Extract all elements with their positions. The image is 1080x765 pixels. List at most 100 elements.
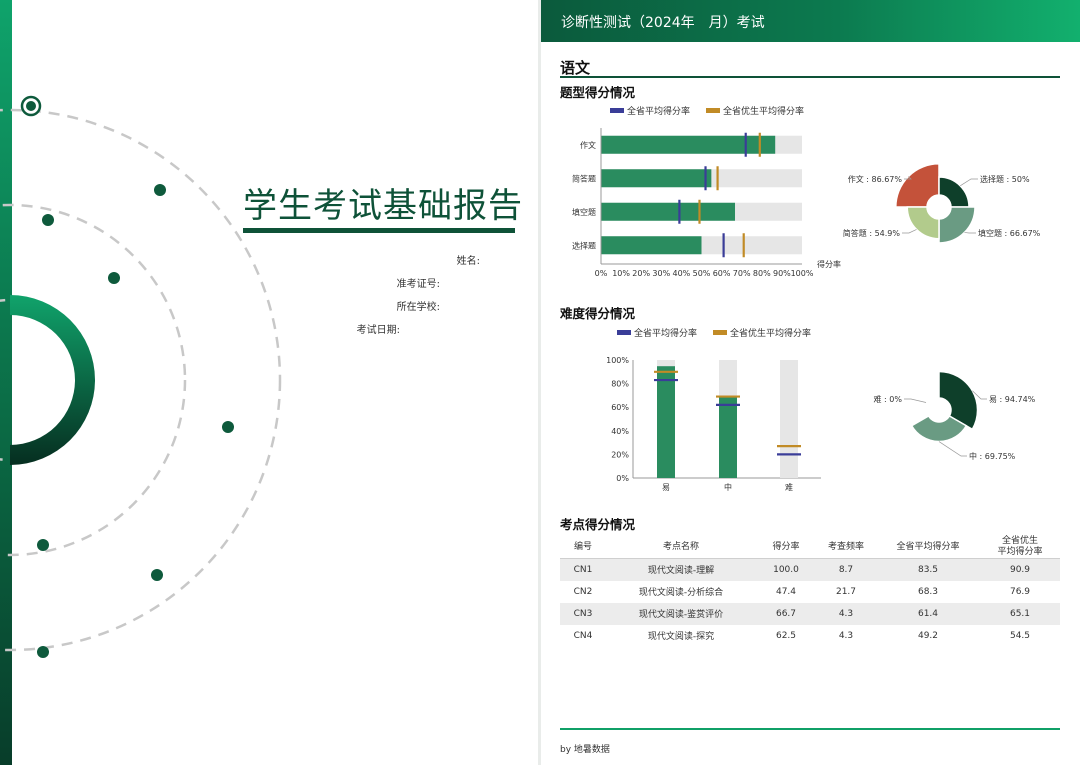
table-cell: 90.9 (980, 558, 1060, 581)
table-cell: 65.1 (980, 602, 1060, 625)
cover-page: 学生考试基础报告 姓名: 准考证号: 所在学校: 考试日期: (0, 0, 538, 765)
field-label-ticket: 准考证号: (396, 279, 440, 290)
legend-swatch-excellent (713, 330, 727, 335)
x-tick-label: 90% (773, 269, 791, 278)
x-tick-label: 40% (673, 269, 691, 278)
bar-score (601, 135, 776, 154)
category-label: 作文 (580, 140, 596, 150)
category-label: 填空题 (572, 207, 596, 217)
table-cell: CN2 (573, 586, 593, 597)
orbit-dot (37, 646, 49, 658)
footer-credit: by 地暑数据 (560, 745, 610, 755)
table-cell: 21.7 (835, 586, 857, 597)
report-page: 诊断性测试（2024年 月）考试 语文 题型得分情况 难度得分情况 考点得分情况… (541, 0, 1080, 765)
table-cell: CN1 (560, 558, 606, 581)
table-row: CN3 现代文阅读-鉴赏评价 66.7 4.3 61.4 65.1 (560, 602, 1060, 625)
table-header-cell: 全省优生 平均得分率 (980, 536, 1060, 559)
type-score-rose-chart: 作文 : 86.67% 选择题 : 50% 填空题 : 66.67% 简答题 : 54… (843, 163, 1041, 244)
table-cell: CN3 (560, 602, 606, 625)
field-label-school: 所在学校: (396, 302, 440, 313)
report-header-title: 诊断性测试（2024年 月）考试 (561, 15, 765, 31)
legend-label: 全省优生平均得分率 (723, 105, 804, 117)
table-cell: 68.3 (917, 586, 939, 597)
table-header-cell: 考查频率 (816, 536, 876, 559)
y-tick-label: 80% (611, 380, 629, 389)
orbit-dot (42, 214, 54, 226)
type-score-bar-chart: 全省平均得分率 全省优生平均得分率作文简答题填空题选择题 0% 10% 20% 30% 40… (572, 105, 841, 278)
table-cell: 83.5 (876, 558, 980, 581)
slice-label: 简答题 : 54.9% (843, 228, 901, 238)
table-row: CN1 现代文阅读-理解 100.0 8.7 83.5 90.9 (560, 558, 1060, 581)
orbit-dot (151, 569, 163, 581)
knowledge-point-table: 编号 考点名称 得分率 考查频率 全省平均得分率 全省优生 平均得分率 CN1 现… (560, 536, 1060, 647)
rose-slice (938, 206, 976, 244)
field-label-name: 姓名: (456, 256, 480, 267)
orbit-dot (222, 421, 234, 433)
table-cell: 4.3 (838, 630, 854, 641)
x-tick-label: 50% (693, 269, 711, 278)
x-tick-label: 0% (595, 269, 608, 278)
legend-swatch-avg (610, 108, 624, 113)
x-tick-label: 70% (733, 269, 751, 278)
cover-title-underline (243, 228, 515, 233)
document-spread: 学生考试基础报告 姓名: 准考证号: 所在学校: 考试日期: 诊断性测试（202… (0, 0, 1080, 765)
legend-label: 全省平均得分率 (627, 105, 690, 117)
subject-title: 语文 (560, 59, 591, 77)
bar-score (657, 366, 675, 478)
field-label-date: 考试日期: (356, 325, 400, 336)
table-cell: 62.5 (775, 630, 797, 641)
table-cell: 100.0 (756, 558, 816, 581)
section-title-type: 题型得分情况 (560, 85, 636, 100)
section-title-knowledge: 考点得分情况 (560, 517, 636, 532)
category-label: 中 (724, 482, 732, 492)
orbit-dot (108, 272, 120, 284)
table-header-cell: 考点名称 (606, 536, 756, 559)
orbit-dot (37, 539, 49, 551)
category-label: 选择题 (572, 240, 596, 250)
cover-orbit-decoration (0, 95, 282, 658)
slice-label: 难 : 0% (874, 394, 903, 404)
bar-score (601, 169, 712, 188)
slice-label: 中 : 69.75% (969, 451, 1016, 461)
bar-track (780, 360, 798, 478)
table-cell: 现代文阅读-鉴赏评价 (606, 602, 756, 625)
table-header-cell: 编号 (560, 536, 606, 559)
y-tick-label: 100% (606, 356, 629, 365)
table-cell: 54.5 (1009, 630, 1031, 641)
slice-leader-line (938, 441, 967, 457)
table-header-cell: 全省平均得分率 (876, 536, 980, 559)
table-header-cell: 得分率 (756, 536, 816, 559)
legend-label: 全省平均得分率 (634, 327, 697, 339)
slice-label: 选择题 : 50% (980, 174, 1030, 184)
table-cell: 现代文阅读-分析综合 (638, 588, 724, 598)
section-title-difficulty: 难度得分情况 (560, 306, 636, 321)
y-tick-label: 40% (611, 427, 629, 436)
rose-slice (895, 163, 940, 208)
table-row: CN4 现代文阅读-探究 62.5 4.3 49.2 54.5 (560, 625, 1060, 647)
slice-label: 易 : 94.74% (989, 395, 1036, 404)
orbit-arc-thick (10, 295, 95, 465)
slice-leader-line (964, 232, 976, 234)
bar-score (719, 395, 737, 478)
y-tick-label: 60% (611, 403, 629, 412)
category-label: 难 (785, 482, 793, 492)
table-header-row: 编号 考点名称 得分率 考查频率 全省平均得分率 全省优生 平均得分率 (560, 536, 1060, 559)
table-cell: 66.7 (756, 602, 816, 625)
x-tick-label: 10% (612, 269, 630, 278)
table-cell: 47.4 (775, 586, 797, 597)
slice-label: 作文 : 86.67% (848, 174, 903, 184)
table-cell: 76.9 (1009, 586, 1031, 597)
difficulty-bar-chart: 全省平均得分率 全省优生平均得分率 0% 20% 40% 60% 80% 100% 易 中 难 (606, 327, 821, 492)
table-cell: CN4 (573, 630, 593, 641)
table-row: CN2 现代文阅读-分析综合 47.4 21.7 68.3 76.9 (560, 581, 1060, 603)
footer-rule (560, 728, 1060, 730)
category-label: 易 (662, 483, 670, 492)
orbit-ring-outer (0, 108, 282, 652)
slice-leader-line (904, 398, 927, 403)
subject-underline (560, 76, 1060, 78)
legend-swatch-avg (617, 330, 631, 335)
y-tick-label: 0% (616, 474, 629, 483)
x-axis-title: 得分率 (817, 259, 841, 269)
legend-swatch-excellent (706, 108, 720, 113)
x-tick-label: 30% (652, 269, 670, 278)
